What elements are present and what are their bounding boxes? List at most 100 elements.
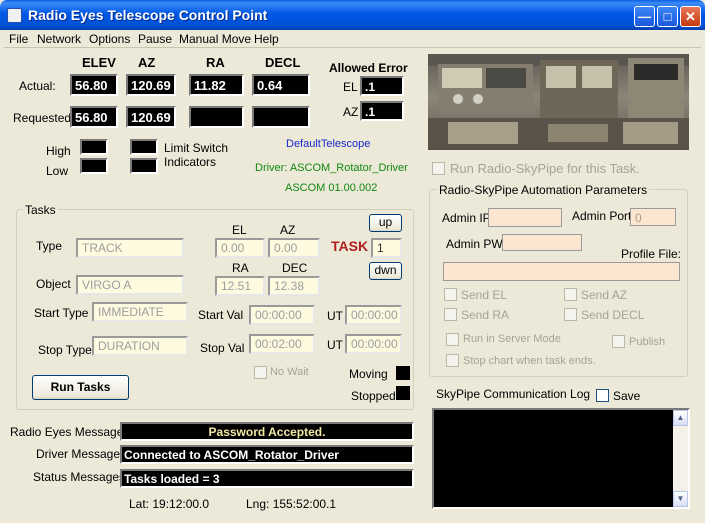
task-ra-label: RA xyxy=(232,261,249,275)
stop-chart-checkbox[interactable] xyxy=(446,354,459,367)
tasks-group-title: Tasks xyxy=(23,203,58,217)
requested-ra-value xyxy=(189,106,244,128)
menu-manual-move[interactable]: Manual Move xyxy=(179,32,251,46)
limit-high-label: High xyxy=(46,144,71,158)
task-number-field[interactable]: 1 xyxy=(371,238,402,258)
stopped-indicator xyxy=(396,386,410,400)
send-decl-checkbox[interactable] xyxy=(564,308,577,321)
task-type-label: Type xyxy=(36,239,63,253)
start-val-field[interactable]: 00:00:00 xyxy=(249,305,315,325)
status-messages-label: Status Messages xyxy=(33,470,126,484)
menu-pause[interactable]: Pause xyxy=(138,32,172,46)
stop-ut-label: UT xyxy=(327,338,343,352)
run-tasks-button[interactable]: Run Tasks xyxy=(32,375,129,400)
driver-messages-label: Driver Messages xyxy=(36,447,127,461)
publish-checkbox[interactable] xyxy=(612,335,625,348)
skypipe-parameters-title: Radio-SkyPipe Automation Parameters xyxy=(437,183,650,197)
allowed-error-az-input[interactable]: .1 xyxy=(360,101,404,121)
menu-network[interactable]: Network xyxy=(37,32,81,46)
app-icon xyxy=(7,8,22,23)
limit-switch-indicators-label: Limit Switch Indicators xyxy=(164,141,229,169)
skypipe-log-label: SkyPipe Communication Log xyxy=(436,387,591,401)
requested-elev-value: 56.80 xyxy=(70,106,118,128)
limit-low-el-indicator xyxy=(80,158,108,174)
no-wait-checkbox[interactable] xyxy=(254,366,267,379)
stop-val-field[interactable]: 00:02:00 xyxy=(249,334,315,354)
header-ra: RA xyxy=(206,55,225,70)
limit-high-el-indicator xyxy=(80,139,108,155)
driver-name: Driver: ASCOM_Rotator_Driver xyxy=(255,162,408,174)
skypipe-log-content xyxy=(434,410,673,507)
allowed-error-az-label: AZ xyxy=(343,105,359,119)
admin-ip-input[interactable] xyxy=(488,208,562,227)
moving-label: Moving xyxy=(349,367,388,381)
run-skypipe-label: Run Radio-SkyPipe for this Task. xyxy=(450,161,640,176)
limit-low-az-indicator xyxy=(130,158,158,174)
scroll-up-icon[interactable]: ▲ xyxy=(673,410,688,426)
send-az-checkbox[interactable] xyxy=(564,288,577,301)
requested-label: Requested: xyxy=(13,111,75,125)
publish-label: Publish xyxy=(629,336,666,348)
header-az: AZ xyxy=(138,55,156,70)
allowed-error-el-label: EL xyxy=(343,80,358,94)
minimize-button[interactable]: — xyxy=(634,6,655,27)
stop-chart-label: Stop chart when task ends. xyxy=(463,355,596,367)
send-el-checkbox[interactable] xyxy=(444,288,457,301)
admin-port-input[interactable]: 0 xyxy=(630,208,676,226)
menu-help[interactable]: Help xyxy=(254,32,279,46)
save-log-label: Save xyxy=(613,389,641,403)
send-az-label: Send AZ xyxy=(581,288,628,302)
task-type-field[interactable]: TRACK xyxy=(76,238,184,258)
actual-decl-value: 0.64 xyxy=(252,74,310,96)
header-decl: DECL xyxy=(265,55,301,70)
profile-file-label: Profile File: xyxy=(621,247,682,261)
menu-options[interactable]: Options xyxy=(89,32,130,46)
task-object-label: Object xyxy=(36,277,71,291)
header-elev: ELEV xyxy=(82,55,116,70)
telescope-control-photo xyxy=(428,54,689,150)
task-dec-label: DEC xyxy=(282,261,308,275)
task-object-field[interactable]: VIRGO A xyxy=(76,275,184,295)
run-skypipe-checkbox[interactable] xyxy=(432,162,445,175)
latitude: Lat: 19:12:00.0 xyxy=(129,497,210,511)
actual-label: Actual: xyxy=(19,79,56,93)
stop-type-field[interactable]: DURATION xyxy=(92,336,188,356)
task-label: TASK xyxy=(331,238,369,254)
radio-eyes-messages-value: Password Accepted. xyxy=(120,422,414,441)
requested-decl-value xyxy=(252,106,310,128)
stop-ut-field[interactable]: 00:00:00 xyxy=(345,334,402,354)
actual-az-value: 120.69 xyxy=(126,74,176,96)
admin-pw-input[interactable] xyxy=(502,234,582,251)
longitude: Lng: 155:52:00.1 xyxy=(246,497,337,511)
task-az-field[interactable]: 0.00 xyxy=(268,238,320,258)
menu-file[interactable]: File xyxy=(9,32,28,46)
start-ut-field[interactable]: 00:00:00 xyxy=(345,305,402,325)
task-az-label: AZ xyxy=(280,223,296,237)
start-val-label: Start Val xyxy=(198,308,244,322)
admin-port-label: Admin Port: xyxy=(572,209,635,223)
telescope-name: DefaultTelescope xyxy=(286,138,371,150)
task-dec-field[interactable]: 12.38 xyxy=(268,276,320,296)
admin-ip-label: Admin IP: xyxy=(442,211,495,225)
task-down-button[interactable]: dwn xyxy=(369,262,402,280)
allowed-error-el-input[interactable]: .1 xyxy=(360,76,404,96)
task-up-button[interactable]: up xyxy=(369,214,402,232)
profile-file-input[interactable] xyxy=(443,262,680,281)
window-title: Radio Eyes Telescope Control Point xyxy=(28,7,268,23)
task-el-label: EL xyxy=(232,223,247,237)
task-el-field[interactable]: 0.00 xyxy=(215,238,265,258)
skypipe-log-area[interactable]: ▲ ▼ xyxy=(432,408,690,509)
start-type-field[interactable]: IMMEDIATE xyxy=(92,302,188,322)
log-scrollbar[interactable]: ▲ ▼ xyxy=(673,410,688,507)
close-button[interactable]: ✕ xyxy=(680,6,701,27)
save-log-checkbox[interactable] xyxy=(596,389,609,402)
scroll-down-icon[interactable]: ▼ xyxy=(673,491,688,507)
send-ra-checkbox[interactable] xyxy=(444,308,457,321)
stopped-label: Stopped xyxy=(351,389,396,403)
status-messages-value: Tasks loaded = 3 xyxy=(120,469,414,488)
start-type-label: Start Type xyxy=(34,306,89,320)
maximize-button[interactable]: □ xyxy=(657,6,678,27)
send-decl-label: Send DECL xyxy=(581,308,645,322)
server-mode-checkbox[interactable] xyxy=(446,333,459,346)
task-ra-field[interactable]: 12.51 xyxy=(215,276,265,296)
